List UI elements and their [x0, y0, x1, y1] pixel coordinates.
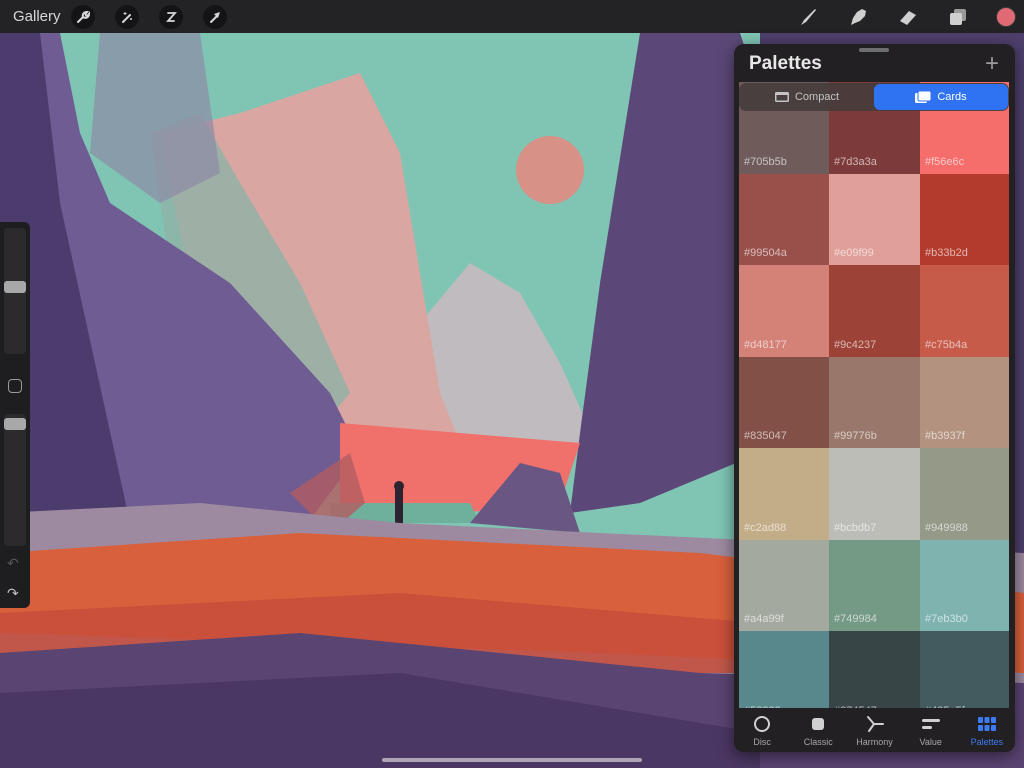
transform-button[interactable]	[202, 4, 227, 29]
swatch-hex-label: #749984	[834, 613, 877, 625]
swatch-hex-label: #7d3a3a	[834, 155, 877, 168]
swatch-hex-label: #b33b2d	[925, 247, 968, 259]
cards-icon	[915, 91, 932, 103]
eraser-icon	[900, 10, 916, 25]
classic-square-icon	[812, 718, 825, 730]
swatch-hex-label: #c75b4a	[925, 338, 968, 351]
color-swatch[interactable]: #749984	[829, 539, 920, 631]
current-color-button[interactable]	[996, 6, 1016, 27]
gallery-button[interactable]: Gallery	[13, 8, 61, 25]
compact-view-button[interactable]: Compact	[740, 84, 874, 110]
tab-harmony[interactable]: Harmony	[846, 708, 902, 752]
palettes-grid-icon	[977, 717, 996, 731]
color-swatch[interactable]: #c2ad88	[739, 448, 829, 540]
cards-view-button[interactable]: Cards	[874, 84, 1008, 110]
color-swatch[interactable]: #e09f99	[829, 173, 920, 265]
eraser-button[interactable]	[896, 5, 920, 29]
compact-icon	[774, 92, 789, 102]
swatch-hex-label: #c2ad88	[744, 521, 787, 534]
color-swatch[interactable]: #bcbdb7	[829, 448, 920, 540]
actions-button[interactable]	[70, 4, 95, 29]
swatch-hex-label: #f56e6c	[925, 155, 965, 168]
layers-button[interactable]	[946, 5, 970, 29]
wrench-icon	[76, 10, 90, 23]
modify-button[interactable]	[8, 379, 22, 393]
swatch-hex-label: #7eb3b0	[925, 613, 968, 625]
undo-icon[interactable]: ↶	[7, 555, 19, 572]
layers-icon	[950, 8, 966, 25]
selection-button[interactable]	[158, 4, 183, 29]
procreate-app: Gallery ↶ ↷ Palettes + #705b5b #7d3a3a #…	[0, 0, 1024, 768]
magic-wand-icon	[121, 11, 132, 23]
swatch-hex-label: #9c4237	[834, 338, 877, 351]
view-mode-toggle: Compact Cards	[739, 83, 1009, 111]
swatch-grid: #705b5b #7d3a3a #f56e6c #99504a #e09f99 #b33b…	[739, 82, 1009, 723]
swatch-hex-label: #b3937f	[925, 430, 965, 442]
value-sliders-icon	[921, 719, 940, 729]
swatch-hex-label: #99776b	[834, 430, 877, 442]
swatch-hex-label: #a4a99f	[744, 613, 784, 625]
color-swatch[interactable]: #9c4237	[829, 265, 920, 357]
top-toolbar: Gallery	[0, 0, 1024, 33]
palettes-panel: Palettes + #705b5b #7d3a3a #f56e6c #99504a #…	[734, 44, 1015, 752]
tab-palettes-label: Palettes	[970, 737, 1004, 747]
tab-disc[interactable]: Disc	[734, 708, 790, 752]
disc-icon	[754, 716, 771, 732]
color-swatch[interactable]: #7eb3b0	[920, 539, 1009, 631]
redo-icon[interactable]: ↷	[7, 585, 19, 602]
tab-value[interactable]: Value	[903, 708, 959, 752]
color-swatch[interactable]: #99776b	[829, 356, 920, 448]
swatch-hex-label: #bcbdb7	[834, 521, 877, 534]
add-palette-button[interactable]: +	[985, 50, 999, 78]
home-indicator[interactable]	[382, 758, 642, 762]
tab-palettes[interactable]: Palettes	[959, 708, 1015, 752]
color-swatch[interactable]: #835047	[739, 356, 829, 448]
swatch-hex-label: #835047	[744, 430, 787, 442]
color-swatch[interactable]: #b3937f	[920, 356, 1009, 448]
smudge-finger-icon	[851, 8, 866, 25]
brush-size-thumb[interactable]	[4, 281, 26, 293]
tab-value-label: Value	[919, 737, 942, 747]
panel-grabber[interactable]	[859, 48, 889, 52]
cards-label: Cards	[937, 91, 967, 103]
color-swatch[interactable]: #a4a99f	[739, 539, 829, 631]
swatch-hex-label: #949988	[925, 521, 968, 534]
color-swatch[interactable]: #c75b4a	[920, 265, 1009, 357]
tab-harmony-label: Harmony	[856, 737, 893, 747]
color-swatch[interactable]: #949988	[920, 448, 1009, 540]
swatch-hex-label: #705b5b	[744, 155, 787, 168]
right-tools	[796, 0, 1024, 33]
selection-s-icon	[165, 11, 177, 22]
panel-title: Palettes	[749, 53, 822, 74]
color-mode-tabs: Disc Classic Harmony Value Palettes	[734, 708, 1015, 752]
color-swatch[interactable]: #b33b2d	[920, 173, 1009, 265]
smudge-button[interactable]	[846, 5, 870, 29]
compact-label: Compact	[794, 91, 840, 103]
swatch-hex-label: #d48177	[744, 338, 787, 351]
adjustments-button[interactable]	[114, 4, 139, 29]
arrow-cursor-icon	[209, 11, 220, 23]
swatch-hex-label: #e09f99	[834, 247, 874, 259]
opacity-thumb[interactable]	[4, 418, 26, 430]
swatch-hex-label: #99504a	[744, 247, 787, 259]
brush-button[interactable]	[796, 5, 820, 29]
tab-classic[interactable]: Classic	[790, 708, 846, 752]
harmony-icon	[866, 716, 884, 732]
tab-disc-label: Disc	[753, 737, 771, 747]
opacity-slider[interactable]	[4, 414, 26, 546]
color-swatch[interactable]: #d48177	[739, 265, 829, 357]
tab-classic-label: Classic	[803, 737, 833, 747]
left-sidebar: ↶ ↷	[0, 222, 30, 608]
color-swatch[interactable]: #99504a	[739, 173, 829, 265]
brush-icon	[801, 8, 816, 25]
